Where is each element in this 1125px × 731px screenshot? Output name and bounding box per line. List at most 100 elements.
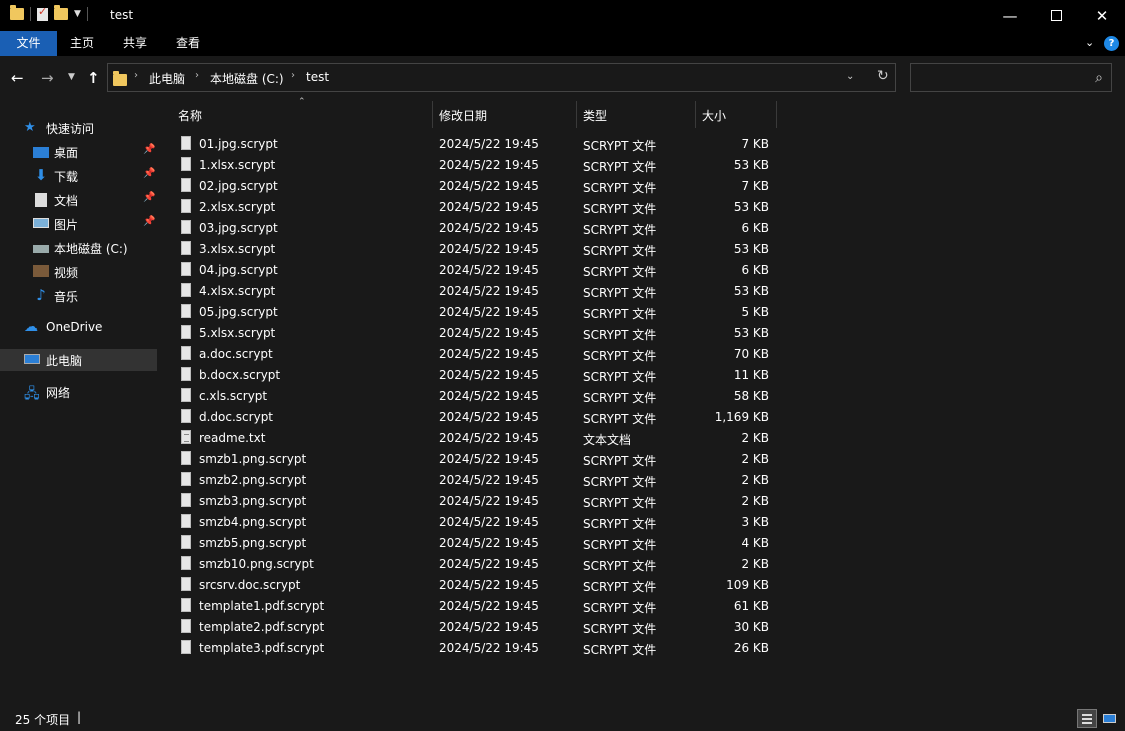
tab-home[interactable]: 主页 xyxy=(70,31,94,56)
up-arrow-icon[interactable]: ↑ xyxy=(87,69,100,87)
column-header-date[interactable]: 修改日期 xyxy=(433,101,576,128)
table-row[interactable]: smzb1.png.scrypt 2024/5/22 19:45 SCRYPT 文件… xyxy=(160,449,780,470)
recent-locations-icon[interactable]: ▼ xyxy=(68,72,75,82)
file-icon xyxy=(181,157,191,171)
sidebar-item-videos[interactable]: 视频 xyxy=(0,261,157,283)
file-type: SCRYPT 文件 xyxy=(583,475,657,489)
tab-file[interactable]: 文件 xyxy=(0,31,57,56)
breadcrumb-this-pc[interactable]: 此电脑 xyxy=(149,70,185,87)
large-icons-view-button[interactable] xyxy=(1100,709,1120,728)
file-date: 2024/5/22 19:45 xyxy=(439,431,539,445)
file-date: 2024/5/22 19:45 xyxy=(439,578,539,592)
table-row[interactable]: b.docx.scrypt 2024/5/22 19:45 SCRYPT 文件 11 … xyxy=(160,365,780,386)
table-row[interactable]: smzb10.png.scrypt 2024/5/22 19:45 SCRYPT 文… xyxy=(160,554,780,575)
table-row[interactable]: smzb4.png.scrypt 2024/5/22 19:45 SCRYPT 文件… xyxy=(160,512,780,533)
customize-toolbar-icon[interactable]: ▼ xyxy=(74,9,81,19)
file-size: 53 KB xyxy=(733,326,769,340)
search-input[interactable]: ⌕ xyxy=(910,63,1112,92)
help-icon[interactable]: ? xyxy=(1104,36,1119,51)
file-icon xyxy=(181,241,191,255)
maximize-button[interactable] xyxy=(1033,0,1079,31)
sidebar-item-this-pc[interactable]: 此电脑 xyxy=(0,349,157,371)
pin-icon[interactable]: 📌 xyxy=(143,144,155,155)
file-date: 2024/5/22 19:45 xyxy=(439,221,539,235)
close-button[interactable]: ✕ xyxy=(1079,0,1125,31)
chevron-down-icon[interactable]: ⌄ xyxy=(846,71,854,82)
sidebar-item-onedrive[interactable]: ☁ OneDrive xyxy=(0,317,157,339)
desktop-icon xyxy=(33,147,49,158)
properties-icon[interactable] xyxy=(37,5,48,21)
file-date: 2024/5/22 19:45 xyxy=(439,536,539,550)
tab-share[interactable]: 共享 xyxy=(123,31,147,56)
sidebar-item-local-disk[interactable]: 本地磁盘 (C:) xyxy=(0,237,157,259)
file-name: 03.jpg.scrypt xyxy=(199,221,278,235)
sort-ascending-icon: ⌃ xyxy=(298,97,306,107)
table-row[interactable]: d.doc.scrypt 2024/5/22 19:45 SCRYPT 文件 1,16… xyxy=(160,407,780,428)
table-row[interactable]: 1.xlsx.scrypt 2024/5/22 19:45 SCRYPT 文件 53 … xyxy=(160,155,780,176)
table-row[interactable]: 2.xlsx.scrypt 2024/5/22 19:45 SCRYPT 文件 53 … xyxy=(160,197,780,218)
file-icon xyxy=(181,409,191,423)
table-row[interactable]: readme.txt 2024/5/22 19:45 文本文档 2 KB xyxy=(160,428,780,449)
table-row[interactable]: 4.xlsx.scrypt 2024/5/22 19:45 SCRYPT 文件 53 … xyxy=(160,281,780,302)
table-row[interactable]: srcsrv.doc.scrypt 2024/5/22 19:45 SCRYPT 文… xyxy=(160,575,780,596)
address-bar[interactable]: › 此电脑 › 本地磁盘 (C:) › test ⌄ ↻ xyxy=(107,63,896,92)
file-icon xyxy=(181,346,191,360)
table-row[interactable]: 02.jpg.scrypt 2024/5/22 19:45 SCRYPT 文件 7 K… xyxy=(160,176,780,197)
chevron-right-icon[interactable]: › xyxy=(291,70,295,81)
file-size: 53 KB xyxy=(733,158,769,172)
table-row[interactable]: template2.pdf.scrypt 2024/5/22 19:45 SCRYP… xyxy=(160,617,780,638)
tab-view[interactable]: 查看 xyxy=(176,31,200,56)
column-header-type[interactable]: 类型 xyxy=(577,101,695,128)
sidebar-item-network[interactable]: 🖧 网络 xyxy=(0,381,157,403)
table-row[interactable]: template3.pdf.scrypt 2024/5/22 19:45 SCRYP… xyxy=(160,638,780,659)
chevron-right-icon[interactable]: › xyxy=(195,70,199,81)
table-row[interactable]: c.xls.scrypt 2024/5/22 19:45 SCRYPT 文件 58 K… xyxy=(160,386,780,407)
expand-ribbon-icon[interactable]: ⌄ xyxy=(1085,36,1094,49)
forward-arrow-icon[interactable]: → xyxy=(41,69,54,87)
column-divider[interactable] xyxy=(776,101,777,128)
sidebar-item-label: 图片 xyxy=(54,218,79,232)
table-row[interactable]: smzb5.png.scrypt 2024/5/22 19:45 SCRYPT 文件… xyxy=(160,533,780,554)
column-header-size[interactable]: 大小 xyxy=(696,101,776,128)
sidebar-item-label: 音乐 xyxy=(54,290,79,304)
pin-icon[interactable]: 📌 xyxy=(143,192,155,203)
file-type: SCRYPT 文件 xyxy=(583,223,657,237)
quick-access-toolbar: ▼ xyxy=(10,5,88,21)
table-row[interactable]: smzb2.png.scrypt 2024/5/22 19:45 SCRYPT 文件… xyxy=(160,470,780,491)
minimize-button[interactable]: — xyxy=(987,0,1033,31)
table-row[interactable]: template1.pdf.scrypt 2024/5/22 19:45 SCRYP… xyxy=(160,596,780,617)
pin-icon[interactable]: 📌 xyxy=(143,168,155,179)
breadcrumb-local-disk[interactable]: 本地磁盘 (C:) xyxy=(210,70,284,87)
sidebar-item-pictures[interactable]: 图片 📌 xyxy=(0,213,157,235)
file-icon xyxy=(181,472,191,486)
sidebar-item-desktop[interactable]: 桌面 📌 xyxy=(0,141,157,163)
breadcrumb-test[interactable]: test xyxy=(306,70,329,84)
details-view-button[interactable] xyxy=(1077,709,1097,728)
table-row[interactable]: 05.jpg.scrypt 2024/5/22 19:45 SCRYPT 文件 5 K… xyxy=(160,302,780,323)
file-icon xyxy=(181,367,191,381)
file-name: smzb1.png.scrypt xyxy=(199,452,307,466)
file-name: 1.xlsx.scrypt xyxy=(199,158,276,172)
pin-icon[interactable]: 📌 xyxy=(143,216,155,227)
file-name: smzb2.png.scrypt xyxy=(199,473,307,487)
back-arrow-icon[interactable]: ← xyxy=(11,69,24,87)
sidebar-item-music[interactable]: ♪ 音乐 xyxy=(0,285,157,307)
sidebar-item-downloads[interactable]: ⬇ 下载 📌 xyxy=(0,165,157,187)
chevron-right-icon[interactable]: › xyxy=(134,70,138,81)
column-header-name[interactable]: ⌃ 名称 xyxy=(160,97,432,128)
sidebar-item-documents[interactable]: 文档 📌 xyxy=(0,189,157,211)
sidebar-item-quick-access[interactable]: ★ 快速访问 xyxy=(0,117,157,139)
table-row[interactable]: 04.jpg.scrypt 2024/5/22 19:45 SCRYPT 文件 6 K… xyxy=(160,260,780,281)
new-folder-icon[interactable] xyxy=(54,5,68,20)
refresh-icon[interactable]: ↻ xyxy=(877,68,889,84)
table-row[interactable]: 03.jpg.scrypt 2024/5/22 19:45 SCRYPT 文件 6 K… xyxy=(160,218,780,239)
file-date: 2024/5/22 19:45 xyxy=(439,410,539,424)
navigation-pane: ★ 快速访问 桌面 📌 ⬇ 下载 📌 文档 📌 图片 📌 本地磁盘 (C:) 视… xyxy=(0,101,159,706)
table-row[interactable]: 01.jpg.scrypt 2024/5/22 19:45 SCRYPT 文件 7 K… xyxy=(160,134,780,155)
table-row[interactable]: 3.xlsx.scrypt 2024/5/22 19:45 SCRYPT 文件 53 … xyxy=(160,239,780,260)
table-row[interactable]: smzb3.png.scrypt 2024/5/22 19:45 SCRYPT 文件… xyxy=(160,491,780,512)
table-row[interactable]: a.doc.scrypt 2024/5/22 19:45 SCRYPT 文件 70 K… xyxy=(160,344,780,365)
search-icon: ⌕ xyxy=(1095,70,1103,86)
file-name: template1.pdf.scrypt xyxy=(199,599,325,613)
table-row[interactable]: 5.xlsx.scrypt 2024/5/22 19:45 SCRYPT 文件 53 … xyxy=(160,323,780,344)
